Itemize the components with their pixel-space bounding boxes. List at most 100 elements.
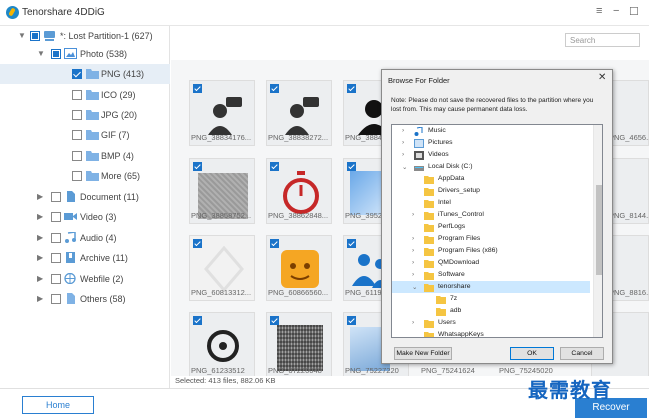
thumbnail-checkbox[interactable] <box>193 162 202 171</box>
chevron-right-icon[interactable]: ▶ <box>37 253 43 262</box>
tree-item-gif[interactable]: GIF (7) <box>0 125 170 145</box>
menu-icon[interactable]: ≡ <box>596 5 602 17</box>
thumbnail-checkbox[interactable] <box>270 316 279 325</box>
scrollbar-thumb[interactable] <box>596 185 602 275</box>
sidebar-tree: ▼ *: Lost Partition-1 (627) ▼ Photo (538… <box>0 26 170 388</box>
folder-item[interactable]: Intel <box>392 197 590 209</box>
folder-item[interactable]: › Program Files (x86) <box>392 245 590 257</box>
folder-item[interactable]: › QMDownload <box>392 257 590 269</box>
tree-item-webfile[interactable]: ▶ Webfile (2) <box>0 269 170 289</box>
document-checkbox[interactable] <box>51 192 61 202</box>
chevron-right-icon[interactable]: › <box>402 151 404 158</box>
jpg-checkbox[interactable] <box>72 110 82 120</box>
folder-item[interactable]: › Program Files <box>392 233 590 245</box>
folder-item[interactable]: › iTunes_Control <box>392 209 590 221</box>
folder-tree[interactable]: › Music › Pictures › Videos ⌄ Local Disk (C:… <box>391 124 603 338</box>
folder-item[interactable]: PerfLogs <box>392 221 590 233</box>
tree-item-archive[interactable]: ▶ Archive (11) <box>0 248 170 268</box>
folder-item[interactable]: ⌄ Local Disk (C:) <box>392 161 590 173</box>
root-checkbox[interactable] <box>30 31 40 41</box>
tree-item-bmp[interactable]: BMP (4) <box>0 146 170 166</box>
title-bar: Tenorshare 4DDiG ≡ − ☐ <box>0 0 649 26</box>
png-checkbox[interactable] <box>72 69 82 79</box>
folder-item[interactable]: WhatsappKeys <box>392 329 590 337</box>
folder-item[interactable]: Drivers_setup <box>392 185 590 197</box>
tree-root-partition[interactable]: ▼ *: Lost Partition-1 (627) <box>0 26 170 46</box>
chevron-right-icon[interactable]: › <box>412 211 414 218</box>
drive-icon <box>43 29 56 41</box>
cancel-button[interactable]: Cancel <box>560 347 604 360</box>
chevron-right-icon[interactable]: ▶ <box>37 233 43 242</box>
chevron-right-icon[interactable]: ▶ <box>37 274 43 283</box>
folder-item[interactable]: › Software <box>392 269 590 281</box>
chevron-right-icon[interactable]: › <box>412 247 414 254</box>
archive-checkbox[interactable] <box>51 253 61 263</box>
others-checkbox[interactable] <box>51 294 61 304</box>
bmp-checkbox[interactable] <box>72 151 82 161</box>
home-button[interactable]: Home <box>22 396 94 414</box>
chevron-down-icon[interactable]: ⌄ <box>402 163 407 171</box>
tree-item-others[interactable]: ▶ Others (58) <box>0 289 170 309</box>
folder-item[interactable]: AppData <box>392 173 590 185</box>
folder-icon <box>424 259 434 268</box>
audio-checkbox[interactable] <box>51 233 61 243</box>
thumbnail-checkbox[interactable] <box>347 316 356 325</box>
maximize-button[interactable]: ☐ <box>629 5 639 18</box>
thumbnail-checkbox[interactable] <box>347 84 356 93</box>
video-checkbox[interactable] <box>51 212 61 222</box>
chevron-right-icon[interactable]: › <box>412 271 414 278</box>
gif-checkbox[interactable] <box>72 130 82 140</box>
photo-label: Photo (538) <box>80 49 128 59</box>
file-name: PNG_38838272... <box>268 133 329 142</box>
chevron-right-icon[interactable]: › <box>412 235 414 242</box>
thumbnail-checkbox[interactable] <box>347 239 356 248</box>
tree-item-more[interactable]: More (65) <box>0 166 170 186</box>
webfile-checkbox[interactable] <box>51 274 61 284</box>
chevron-right-icon[interactable]: › <box>412 319 414 326</box>
tree-item-ico[interactable]: ICO (29) <box>0 85 170 105</box>
ico-checkbox[interactable] <box>72 90 82 100</box>
chevron-right-icon[interactable]: ▶ <box>37 192 43 201</box>
minimize-button[interactable]: − <box>613 5 619 17</box>
thumbnail-checkbox[interactable] <box>270 84 279 93</box>
dialog-close-button[interactable]: ✕ <box>598 72 606 83</box>
ok-button[interactable]: OK <box>510 347 554 360</box>
tree-item-video[interactable]: ▶ Video (3) <box>0 207 170 227</box>
make-new-folder-button[interactable]: Make New Folder <box>394 347 452 360</box>
chevron-down-icon[interactable]: ▼ <box>18 31 26 40</box>
thumbnail-checkbox[interactable] <box>193 84 202 93</box>
file-name: PNG_75241624 <box>421 366 475 375</box>
chevron-right-icon[interactable]: › <box>402 127 404 134</box>
folder-item[interactable]: › Videos <box>392 149 590 161</box>
tree-item-jpg[interactable]: JPG (20) <box>0 105 170 125</box>
thumbnail-checkbox[interactable] <box>270 162 279 171</box>
thumbnail-checkbox[interactable] <box>193 239 202 248</box>
folder-icon <box>86 150 99 161</box>
folder-item[interactable]: › Pictures <box>392 137 590 149</box>
folder-icon <box>86 170 99 181</box>
tree-item-photo[interactable]: ▼ Photo (538) <box>0 44 170 64</box>
tree-item-document[interactable]: ▶ Document (11) <box>0 187 170 207</box>
thumbnail-checkbox[interactable] <box>347 162 356 171</box>
tree-item-png[interactable]: PNG (413) <box>0 64 170 84</box>
dialog-scrollbar[interactable] <box>593 125 602 337</box>
chevron-down-icon[interactable]: ⌄ <box>412 283 417 291</box>
browse-folder-dialog: Browse For Folder ✕ Note: Please do not … <box>381 69 613 364</box>
folder-item-selected[interactable]: ⌄ tenorshare <box>392 281 590 293</box>
tree-item-audio[interactable]: ▶ Audio (4) <box>0 228 170 248</box>
chevron-right-icon[interactable]: ▶ <box>37 294 43 303</box>
search-input[interactable]: Search <box>565 33 640 47</box>
chevron-right-icon[interactable]: ▶ <box>37 212 43 221</box>
music-icon <box>414 126 424 136</box>
chevron-right-icon[interactable]: › <box>402 139 404 146</box>
chevron-right-icon[interactable]: › <box>412 259 414 266</box>
folder-item[interactable]: 7z <box>392 293 590 305</box>
folder-item[interactable]: › Music <box>392 125 590 137</box>
file-name: PNG_8816... <box>609 288 649 297</box>
folder-item[interactable]: adb <box>392 305 590 317</box>
chevron-down-icon[interactable]: ▼ <box>37 49 45 58</box>
folder-item[interactable]: › Users <box>392 317 590 329</box>
thumbnail-checkbox[interactable] <box>193 316 202 325</box>
photo-checkbox[interactable] <box>51 49 61 59</box>
more-checkbox[interactable] <box>72 171 82 181</box>
